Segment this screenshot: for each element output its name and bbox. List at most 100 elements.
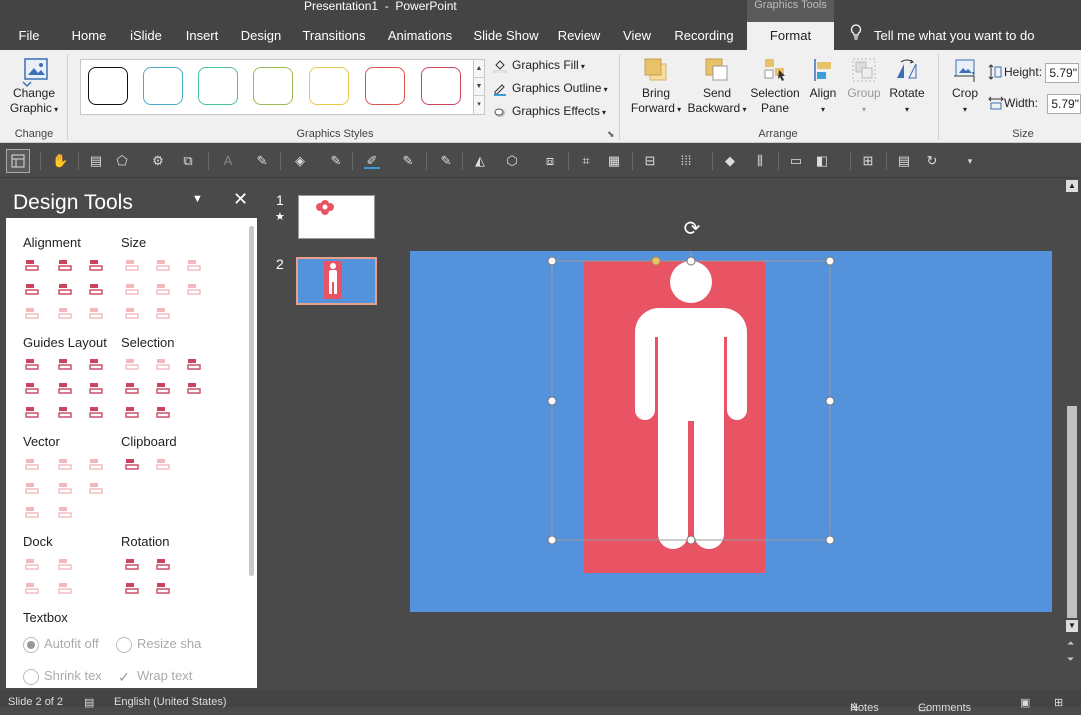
graphics-outline-button[interactable]: Graphics Outline ▾ [493, 78, 608, 98]
shape-style-icon[interactable]: ⬡ [504, 153, 520, 169]
notes-tool-icon[interactable]: ▤ [896, 153, 912, 169]
tell-me-box[interactable]: Tell me what you want to do [850, 22, 1034, 50]
graphics-effects-button[interactable]: Graphics Effects ▾ [493, 101, 606, 121]
guide-right-icon[interactable] [89, 357, 103, 371]
height-input[interactable]: 5.79" [1045, 63, 1080, 83]
tab-home[interactable]: Home [64, 22, 114, 50]
same-size-icon[interactable] [187, 258, 201, 272]
tab-format[interactable]: Format [747, 22, 834, 51]
tab-islide[interactable]: iSlide [124, 22, 168, 50]
prev-slide-icon[interactable]: ⏶ [1067, 638, 1074, 649]
eraser-icon[interactable] [58, 505, 72, 519]
language-indicator[interactable]: English (United States) [114, 696, 227, 708]
select-overlap-icon[interactable] [125, 381, 139, 395]
distribute-grid-icon[interactable] [89, 306, 103, 320]
dock-bottom-icon[interactable] [25, 581, 39, 595]
tab-slide-show[interactable]: Slide Show [470, 22, 542, 50]
expand-all-icon[interactable] [89, 405, 103, 419]
rotate-button[interactable]: Rotate ▾ [886, 56, 928, 117]
fill-color-icon[interactable]: ◈ [292, 153, 308, 169]
panel-dropdown-icon[interactable]: ▼ [192, 193, 203, 205]
scroll-thumb[interactable] [1067, 406, 1077, 618]
rotate-left-icon[interactable] [125, 557, 139, 571]
size-2-icon[interactable] [125, 282, 139, 296]
slide-thumbnail-1[interactable] [298, 195, 375, 239]
more-icon[interactable]: ▾ [962, 153, 978, 169]
style-swatch-1[interactable] [88, 67, 128, 105]
layers-icon[interactable]: ◆ [722, 153, 738, 169]
align-top-icon[interactable] [25, 282, 39, 296]
graphics-fill-button[interactable]: Graphics Fill ▾ [493, 55, 585, 75]
tab-insert[interactable]: Insert [180, 22, 224, 50]
eyedropper-icon[interactable]: ✎ [254, 153, 270, 169]
group-button[interactable]: Group ▾ [844, 56, 884, 117]
copy-icon[interactable] [125, 457, 139, 471]
design-tools-toggle-icon[interactable] [6, 149, 30, 173]
crop-button[interactable]: Crop ▾ [944, 56, 986, 117]
select-front-icon[interactable] [156, 381, 170, 395]
dock-right-icon[interactable] [58, 557, 72, 571]
guide-down-icon[interactable] [89, 381, 103, 395]
guide-middle-icon[interactable] [58, 381, 72, 395]
tab-view[interactable]: View [616, 22, 658, 50]
merge-shapes-icon[interactable]: ⧈ [542, 153, 558, 169]
panel-scrollbar[interactable] [249, 226, 254, 576]
tab-recording[interactable]: Recording [670, 22, 738, 50]
line-eyedropper-icon[interactable]: ✎ [400, 153, 416, 169]
dialog-launcher-icon[interactable]: ⬊ [607, 129, 615, 140]
union-icon[interactable] [25, 457, 39, 471]
rotate-right-icon[interactable] [156, 557, 170, 571]
width-input[interactable]: 5.79" [1047, 94, 1081, 114]
magic-wand-icon[interactable] [187, 357, 201, 371]
fragment-icon[interactable] [89, 457, 103, 471]
select-group-icon[interactable] [156, 357, 170, 371]
flip-v-icon[interactable] [156, 581, 170, 595]
wrap-text-option[interactable]: ✓ Wrap text [116, 668, 192, 685]
gallery-up-icon[interactable]: ▲ [474, 60, 484, 78]
send-backward-button[interactable]: Send Backward ▾ [686, 56, 748, 117]
refresh-icon[interactable]: ↻ [924, 153, 940, 169]
tab-design[interactable]: Design [236, 22, 286, 50]
align-middle-icon[interactable] [58, 282, 72, 296]
vertical-scrollbar[interactable]: ▲ ▼ ⏶ ⏷ [1064, 180, 1081, 688]
style-swatch-6[interactable] [365, 67, 405, 105]
font-color-icon[interactable]: A [220, 153, 236, 169]
intersect-icon[interactable] [25, 481, 39, 495]
distribute-h-icon[interactable] [25, 306, 39, 320]
tab-review[interactable]: Review [554, 22, 604, 50]
selection-pane-button[interactable]: Selection Pane [749, 56, 801, 116]
textbox-icon[interactable]: ▤ [88, 153, 104, 169]
slide[interactable] [410, 243, 1052, 612]
style-swatch-4[interactable] [253, 67, 293, 105]
combine-icon[interactable] [58, 457, 72, 471]
table-icon[interactable]: ⊟ [642, 153, 658, 169]
shrink-text-option[interactable]: Shrink tex [23, 668, 102, 685]
close-icon[interactable]: ✕ [233, 189, 248, 210]
same-width-icon[interactable] [125, 258, 139, 272]
select-inverse-icon[interactable] [125, 405, 139, 419]
align-button[interactable]: Align ▾ [804, 56, 842, 117]
dock-left-icon[interactable] [58, 581, 72, 595]
flip-h-icon[interactable] [125, 581, 139, 595]
align-bottom-icon[interactable] [89, 282, 103, 296]
crop-tool-icon[interactable]: ⌗ [578, 153, 594, 169]
guide-center-icon[interactable] [58, 357, 72, 371]
select-back-icon[interactable] [156, 405, 170, 419]
tab-transitions[interactable]: Transitions [298, 22, 370, 50]
distribute-icon[interactable]: ⫼ [752, 153, 768, 169]
gallery-more-icon[interactable]: ▾ [474, 96, 484, 114]
export-icon[interactable]: ⧉ [180, 153, 196, 169]
format-painter-icon[interactable]: ✎ [438, 153, 454, 169]
size-5-icon[interactable] [125, 306, 139, 320]
spellcheck-icon[interactable]: ▤ [84, 696, 94, 709]
style-swatch-7[interactable] [421, 67, 461, 105]
style-swatch-5[interactable] [309, 67, 349, 105]
style-swatch-3[interactable] [198, 67, 238, 105]
guide-up-icon[interactable] [25, 381, 39, 395]
scroll-down-icon[interactable]: ▼ [1066, 620, 1078, 632]
size-3-icon[interactable] [156, 282, 170, 296]
paste-icon[interactable] [156, 457, 170, 471]
insert-icon[interactable]: ⊞ [860, 153, 876, 169]
picture-icon[interactable]: ▦ [606, 153, 622, 169]
dock-top-icon[interactable] [25, 557, 39, 571]
